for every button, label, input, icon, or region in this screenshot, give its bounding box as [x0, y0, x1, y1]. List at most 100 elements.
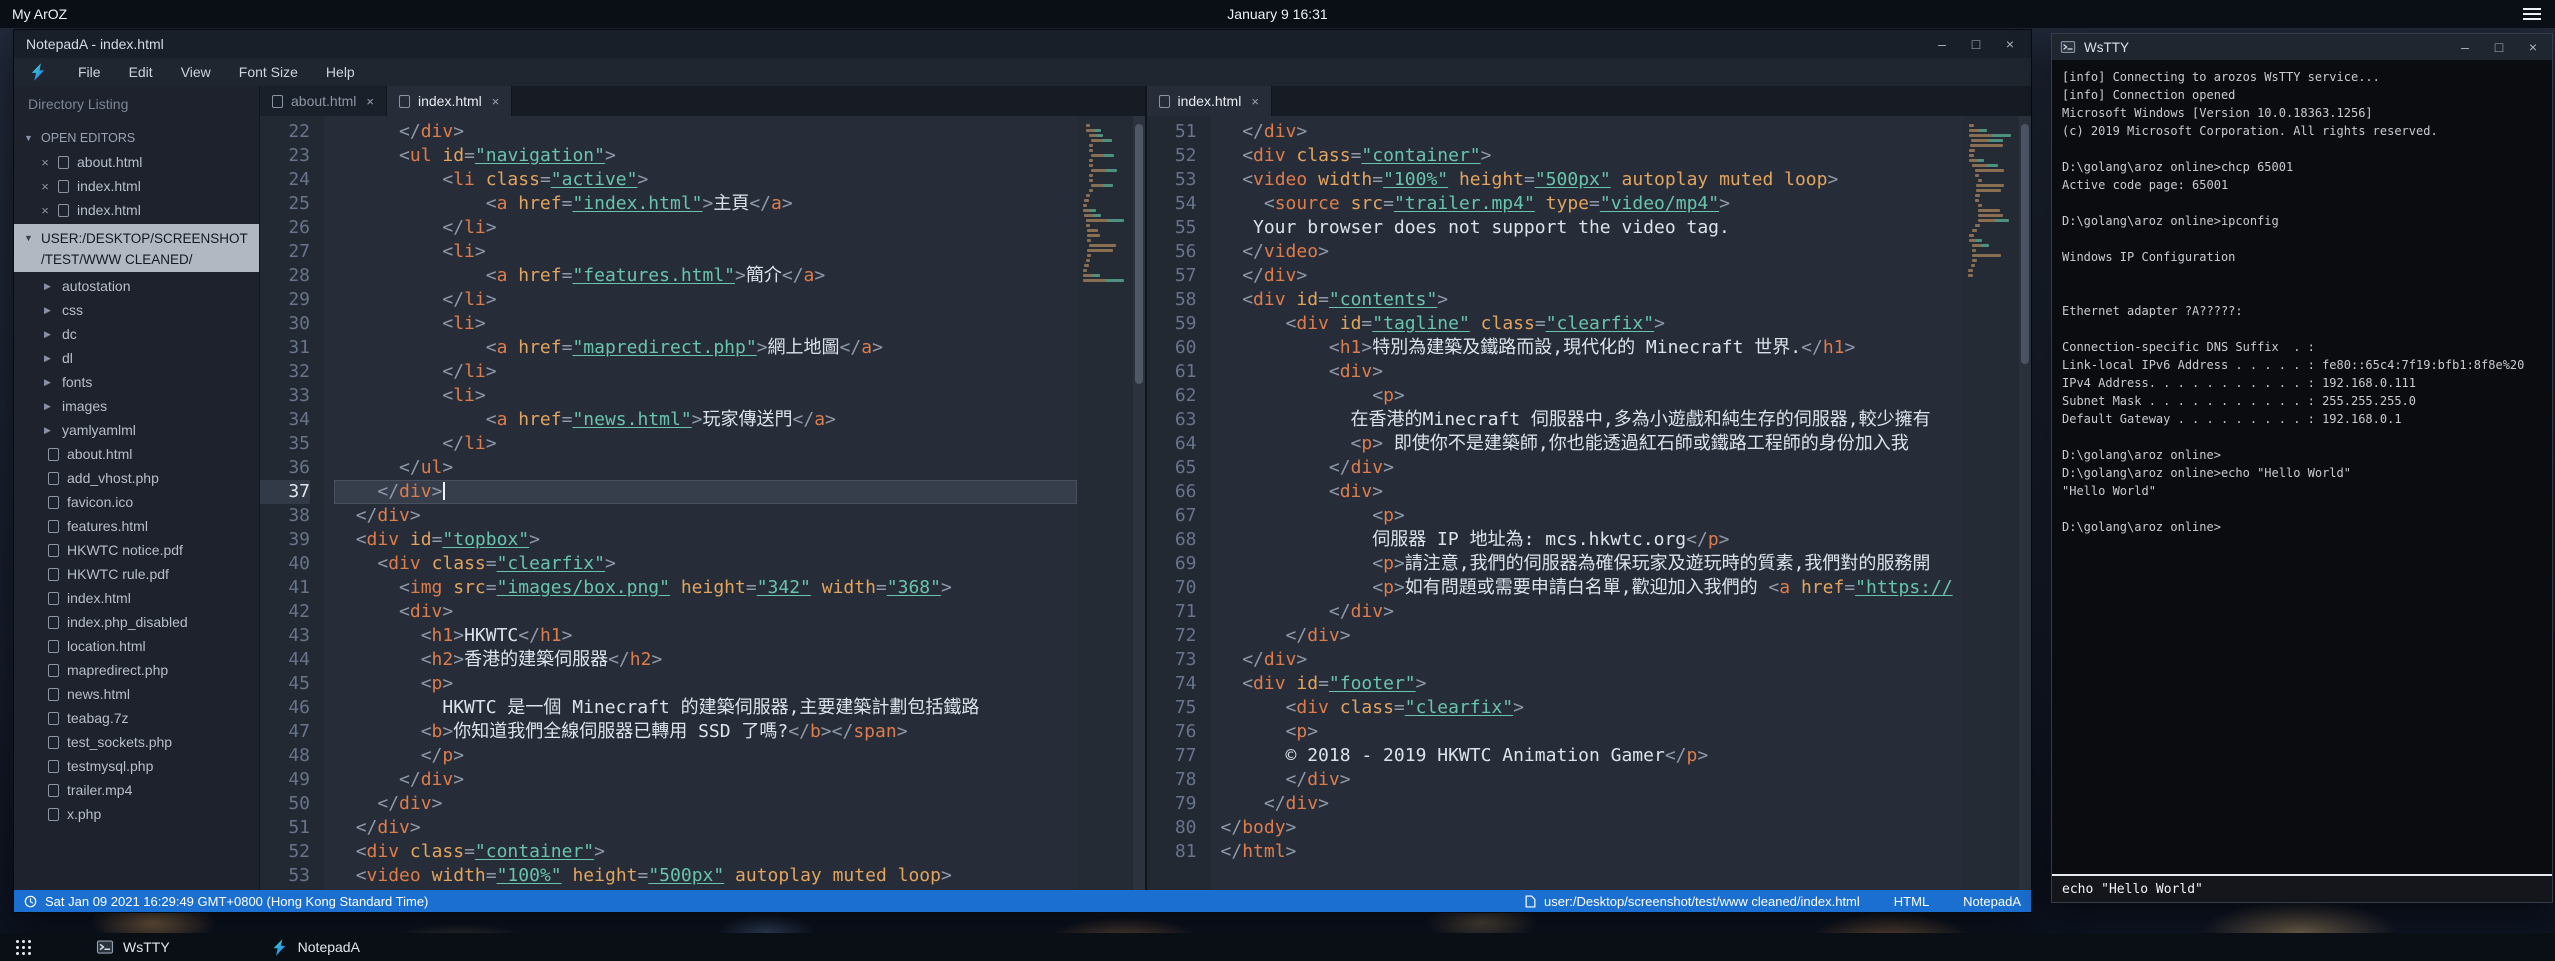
code-line[interactable]: © 2018 - 2019 HKWTC Animation Gamer</p> — [1221, 744, 1964, 768]
wstty-titlebar[interactable]: WsTTY – □ × — [2052, 34, 2552, 60]
folder-item-fonts[interactable]: ▶fonts — [14, 370, 259, 394]
line-number[interactable]: 41 — [260, 576, 310, 600]
code-line[interactable]: <div class="container"> — [1221, 144, 1964, 168]
line-number[interactable]: 66 — [1147, 480, 1197, 504]
code-line[interactable]: <div class="container"> — [334, 840, 1077, 864]
tab-index.html[interactable]: index.html× — [1147, 86, 1272, 116]
code-line[interactable]: </div> — [334, 768, 1077, 792]
minimap[interactable] — [1963, 116, 2019, 890]
maximize-button[interactable]: □ — [2482, 34, 2516, 60]
line-number[interactable]: 44 — [260, 648, 310, 672]
file-item-x.php[interactable]: x.php — [14, 802, 259, 826]
line-number[interactable]: 65 — [1147, 456, 1197, 480]
close-editor-icon[interactable]: × — [40, 203, 50, 218]
code-line[interactable]: <div class="clearfix"> — [1221, 696, 1964, 720]
code-line[interactable]: <h1>HKWTC</h1> — [334, 624, 1077, 648]
code-editor[interactable]: 2223242526272829303132333435363738394041… — [260, 116, 1145, 890]
code-line[interactable]: <h1>特別為建築及鐵路而設,現代化的 Minecraft 世界.</h1> — [1221, 336, 1964, 360]
code-line[interactable]: HKWTC 是一個 Minecraft 的建築伺服器,主要建築計劃包括鐵路 — [334, 696, 1077, 720]
file-item-HKWTC rule.pdf[interactable]: HKWTC rule.pdf — [14, 562, 259, 586]
line-number[interactable]: 54 — [1147, 192, 1197, 216]
line-number[interactable]: 43 — [260, 624, 310, 648]
line-number[interactable]: 57 — [1147, 264, 1197, 288]
code-line[interactable]: </div> — [1221, 456, 1964, 480]
line-number[interactable]: 77 — [1147, 744, 1197, 768]
line-number-gutter[interactable]: 5152535455565758596061626364656667686970… — [1147, 116, 1211, 890]
line-number[interactable]: 35 — [260, 432, 310, 456]
code-line[interactable]: </div> — [1221, 600, 1964, 624]
line-number[interactable]: 33 — [260, 384, 310, 408]
hamburger-menu-icon[interactable] — [2523, 8, 2541, 20]
line-number[interactable]: 26 — [260, 216, 310, 240]
code-line[interactable]: <li class="active"> — [334, 168, 1077, 192]
code-line[interactable]: </div> — [1221, 264, 1964, 288]
folder-item-yamlyamlml[interactable]: ▶yamlyamlml — [14, 418, 259, 442]
file-item-about.html[interactable]: about.html — [14, 442, 259, 466]
line-number[interactable]: 69 — [1147, 552, 1197, 576]
code-line[interactable]: <li> — [334, 240, 1077, 264]
tab-about.html[interactable]: about.html× — [260, 86, 387, 116]
line-number[interactable]: 51 — [260, 816, 310, 840]
file-item-trailer.mp4[interactable]: trailer.mp4 — [14, 778, 259, 802]
tab-close-icon[interactable]: × — [366, 94, 374, 109]
line-number[interactable]: 39 — [260, 528, 310, 552]
line-number[interactable]: 46 — [260, 696, 310, 720]
tab-close-icon[interactable]: × — [492, 94, 500, 109]
line-number[interactable]: 71 — [1147, 600, 1197, 624]
line-number[interactable]: 48 — [260, 744, 310, 768]
code-line[interactable]: <p> — [334, 672, 1077, 696]
close-button[interactable]: × — [1993, 30, 2027, 58]
file-item-add_vhost.php[interactable]: add_vhost.php — [14, 466, 259, 490]
code-line[interactable]: </div> — [1221, 120, 1964, 144]
line-number[interactable]: 34 — [260, 408, 310, 432]
code-line[interactable]: </div> — [334, 120, 1077, 144]
code-line[interactable]: <div id="topbox"> — [334, 528, 1077, 552]
file-item-location.html[interactable]: location.html — [14, 634, 259, 658]
code-line[interactable]: <div> — [1221, 480, 1964, 504]
code-line[interactable]: <p>如有問題或需要申請白名單,歡迎加入我們的 <a href="https:/… — [1221, 576, 1964, 600]
code-line[interactable]: <div id="contents"> — [1221, 288, 1964, 312]
file-item-teabag.7z[interactable]: teabag.7z — [14, 706, 259, 730]
code-line[interactable]: </body> — [1221, 816, 1964, 840]
code-area[interactable]: </div> <ul id="navigation"> <li class="a… — [324, 116, 1077, 890]
line-number[interactable]: 40 — [260, 552, 310, 576]
line-number[interactable]: 29 — [260, 288, 310, 312]
file-item-index.html[interactable]: index.html — [14, 586, 259, 610]
code-line[interactable]: <div id="footer"> — [1221, 672, 1964, 696]
code-line[interactable]: <div class="clearfix"> — [334, 552, 1077, 576]
file-item-index.php_disabled[interactable]: index.php_disabled — [14, 610, 259, 634]
line-number[interactable]: 59 — [1147, 312, 1197, 336]
code-line[interactable]: <p> 即使你不是建築師,你也能透過紅石師或鐵路工程師的身份加入我 — [1221, 432, 1964, 456]
code-line[interactable]: <div> — [334, 600, 1077, 624]
line-number[interactable]: 47 — [260, 720, 310, 744]
line-number[interactable]: 63 — [1147, 408, 1197, 432]
folder-item-autostation[interactable]: ▶autostation — [14, 274, 259, 298]
code-line[interactable]: <source src="trailer.mp4" type="video/mp… — [1221, 192, 1964, 216]
code-line[interactable]: <li> — [334, 312, 1077, 336]
file-item-testmysql.php[interactable]: testmysql.php — [14, 754, 259, 778]
code-line[interactable]: </div> — [334, 792, 1077, 816]
scrollbar-thumb[interactable] — [1135, 124, 1143, 384]
code-line[interactable]: </li> — [334, 432, 1077, 456]
code-line[interactable]: </div> — [334, 480, 1077, 504]
code-line[interactable]: </ul> — [334, 456, 1077, 480]
aroz-brand[interactable]: My ArOZ — [12, 6, 67, 22]
line-number[interactable]: 78 — [1147, 768, 1197, 792]
code-line[interactable]: </div> — [1221, 792, 1964, 816]
code-line[interactable]: <p> — [1221, 720, 1964, 744]
code-line[interactable]: 伺服器 IP 地址為: mcs.hkwtc.org</p> — [1221, 528, 1964, 552]
taskbar-item-notepada[interactable]: NotepadA — [260, 933, 370, 961]
line-number[interactable]: 31 — [260, 336, 310, 360]
line-number[interactable]: 53 — [260, 864, 310, 888]
line-number[interactable]: 68 — [1147, 528, 1197, 552]
code-line[interactable]: <a href="index.html">主頁</a> — [334, 192, 1077, 216]
code-line[interactable]: </p> — [334, 744, 1077, 768]
terminal-output[interactable]: [info] Connecting to arozos WsTTY servic… — [2052, 60, 2552, 874]
code-line[interactable]: </li> — [334, 360, 1077, 384]
code-line[interactable]: <h2>香港的建築伺服器</h2> — [334, 648, 1077, 672]
terminal-input[interactable]: echo "Hello World" — [2052, 874, 2552, 902]
notepada-titlebar[interactable]: NotepadA - index.html – □ × — [14, 30, 2031, 58]
line-number[interactable]: 80 — [1147, 816, 1197, 840]
line-number[interactable]: 37 — [260, 480, 310, 504]
folder-item-css[interactable]: ▶css — [14, 298, 259, 322]
